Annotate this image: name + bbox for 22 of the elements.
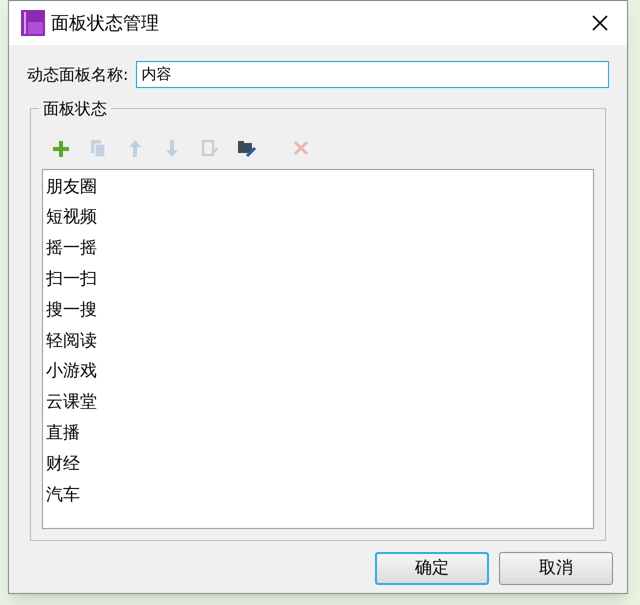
app-logo-icon [21,10,45,36]
document-pencil-icon [201,138,219,158]
state-item[interactable]: 财经 [43,449,593,480]
cancel-button[interactable]: 取消 [499,552,613,585]
close-icon [592,15,608,31]
window-title: 面板状态管理 [51,12,159,36]
state-item[interactable]: 短视频 [43,202,593,234]
state-item[interactable]: 小游戏 [43,356,593,388]
name-field[interactable]: 内容 [136,61,609,88]
state-item[interactable]: 轻阅读 [43,326,593,357]
state-item[interactable]: 朋友圈 [43,172,593,203]
ok-button[interactable]: 确定 [375,552,489,585]
delete-icon [293,138,311,158]
state-item[interactable]: 汽车 [43,480,593,511]
field-label: 动态面板名称: [27,64,128,86]
state-item[interactable]: 扫一扫 [43,264,593,296]
plus-icon [53,138,71,158]
state-item[interactable]: 直播 [43,418,593,450]
state-item[interactable]: 云课堂 [43,388,593,418]
folder-pencil-icon [238,138,256,158]
state-item[interactable]: 摇一摇 [43,234,593,264]
state-item[interactable]: 搜一搜 [43,295,593,326]
